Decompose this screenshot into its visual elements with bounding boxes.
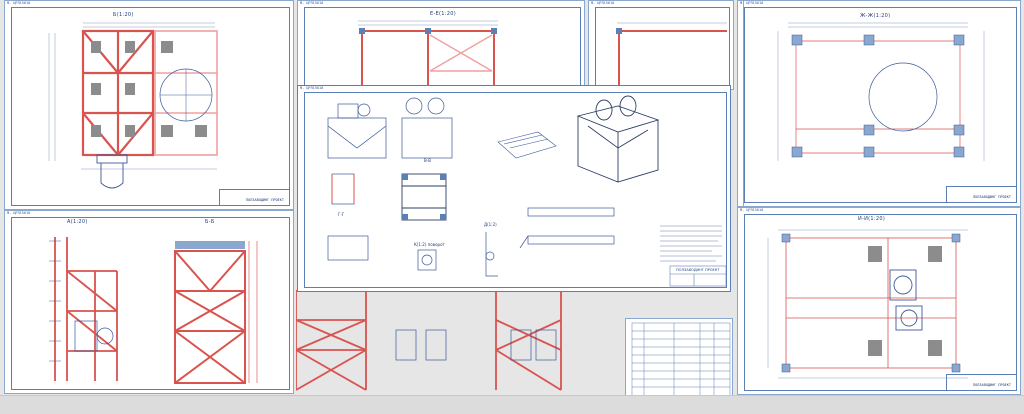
drawing-elevations-a-b — [49, 237, 258, 384]
sheet-top-mid[interactable]: Ф. ЦРЛ15010 Е-Е(1:20) — [297, 0, 585, 90]
title-block: ПОЛЗАВОДИНГ ПРОЕКТ — [946, 374, 1017, 391]
sheet-top-right[interactable]: Ф. ЦРЛ15010 Ж-Ж(1:20) ПОЛЗАВОДИНГ ПРОЕКТ — [737, 0, 1021, 207]
status-bar — [0, 395, 1024, 414]
sheet-top-mid-right[interactable]: Ф. ЦРЛ15010 — [588, 0, 734, 90]
drawing-plan-zh — [777, 22, 985, 161]
sheet-sidebar — [738, 1, 744, 206]
title-block: ПОЛЗАВОДИНГ ПРОЕКТ — [946, 186, 1017, 203]
sheet-bottom-left[interactable]: Ф. ЦРЛ15010 А(1:20) Б-Б — [4, 210, 294, 394]
sheet-center-details[interactable]: Ф. ЦРЛ15010 В-В Г-Г Д(1:2) К(1:2) поворо… — [297, 85, 731, 292]
sheet-spec-table[interactable] — [625, 318, 733, 396]
sheet-top-left[interactable]: Ф. ЦРЛ15010 Б(1:20) ПОЛЗАВОДИНГ ПРОЕКТ — [4, 0, 294, 210]
spec-table — [631, 322, 731, 395]
drawing-frame-partial — [616, 22, 727, 89]
drawing-plan-i — [767, 229, 968, 379]
drawing-details — [327, 95, 727, 287]
drawing-elevation-b — [48, 22, 218, 189]
title-block-text: ПОЛЗАВОДИНГ ПРОЕКТ — [676, 268, 720, 272]
sheet-bottom-right[interactable]: Ф. ЦРЛ15010 И-И(1:20) ПОЛЗАВОДИНГ ПРОЕКТ — [737, 207, 1021, 395]
drawing-section-e — [358, 20, 498, 89]
title-block: ПОЛЗАВОДИНГ ПРОЕКТ — [219, 189, 290, 206]
